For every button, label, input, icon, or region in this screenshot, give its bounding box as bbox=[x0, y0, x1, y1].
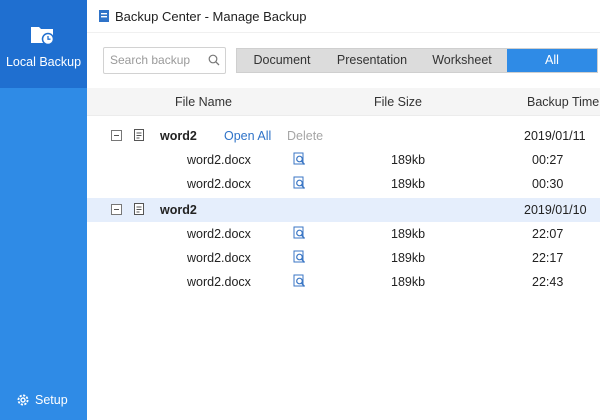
file-size: 189kb bbox=[391, 177, 426, 191]
file-row[interactable]: word2.docx 189kb 00:27 bbox=[87, 148, 600, 172]
file-name: word2.docx bbox=[187, 177, 251, 191]
backup-group-row[interactable]: word2 2019/01/10 bbox=[87, 198, 600, 222]
file-size: 189kb bbox=[391, 153, 426, 167]
backup-time: 22:07 bbox=[532, 227, 564, 241]
sidebar-item-label: Local Backup bbox=[5, 55, 82, 69]
tab-all[interactable]: All bbox=[507, 49, 597, 72]
file-size: 189kb bbox=[391, 275, 426, 289]
preview-icon[interactable] bbox=[293, 274, 306, 288]
collapse-icon[interactable] bbox=[111, 130, 122, 141]
app-icon bbox=[99, 10, 109, 22]
backup-time: 00:27 bbox=[532, 153, 564, 167]
file-name: word2.docx bbox=[187, 227, 251, 241]
file-size: 189kb bbox=[391, 227, 426, 241]
preview-icon[interactable] bbox=[293, 250, 306, 264]
file-row[interactable]: word2.docx 189kb 22:43 bbox=[87, 270, 600, 294]
column-header-file-size: File Size bbox=[374, 95, 422, 109]
window-title: Backup Center - Manage Backup bbox=[115, 9, 307, 24]
tab-worksheet[interactable]: Worksheet bbox=[417, 49, 507, 72]
preview-icon[interactable] bbox=[293, 152, 306, 166]
file-size: 189kb bbox=[391, 251, 426, 265]
preview-icon[interactable] bbox=[293, 226, 306, 240]
group-name: word2 bbox=[160, 129, 197, 143]
backup-time: 22:43 bbox=[532, 275, 564, 289]
file-row[interactable]: word2.docx 189kb 00:30 bbox=[87, 172, 600, 196]
file-row[interactable]: word2.docx 189kb 22:07 bbox=[87, 222, 600, 246]
search-input[interactable] bbox=[110, 52, 205, 68]
backup-time: 00:30 bbox=[532, 177, 564, 191]
delete-link[interactable]: Delete bbox=[287, 129, 323, 143]
group-date: 2019/01/10 bbox=[524, 203, 587, 217]
search-icon[interactable] bbox=[208, 54, 220, 66]
sidebar: Local Backup Setup bbox=[0, 0, 87, 420]
filter-tabs: Document Presentation Worksheet All bbox=[236, 48, 598, 73]
group-date: 2019/01/11 bbox=[524, 129, 586, 143]
table-header: File Name File Size Backup Time bbox=[87, 88, 600, 116]
document-icon bbox=[134, 203, 144, 215]
setup-button[interactable]: Setup bbox=[0, 390, 87, 412]
tab-presentation[interactable]: Presentation bbox=[327, 49, 417, 72]
setup-label: Setup bbox=[35, 393, 68, 407]
file-name: word2.docx bbox=[187, 153, 251, 167]
group-name: word2 bbox=[160, 203, 197, 217]
search-box[interactable] bbox=[103, 47, 226, 74]
collapse-icon[interactable] bbox=[111, 204, 122, 215]
column-header-backup-time: Backup Time bbox=[527, 95, 600, 109]
title-bar: Backup Center - Manage Backup bbox=[87, 0, 600, 33]
sidebar-item-local-backup[interactable]: Local Backup bbox=[0, 0, 87, 88]
file-name: word2.docx bbox=[187, 251, 251, 265]
backup-group-row[interactable]: word2 Open All Delete 2019/01/11 bbox=[87, 124, 600, 148]
document-icon bbox=[134, 129, 144, 141]
file-row[interactable]: word2.docx 189kb 22:17 bbox=[87, 246, 600, 270]
preview-icon[interactable] bbox=[293, 176, 306, 190]
column-header-file-name: File Name bbox=[175, 95, 232, 109]
folder-clock-icon bbox=[31, 27, 55, 46]
gear-icon bbox=[17, 394, 29, 406]
open-all-link[interactable]: Open All bbox=[224, 129, 271, 143]
tab-document[interactable]: Document bbox=[237, 49, 327, 72]
file-name: word2.docx bbox=[187, 275, 251, 289]
backup-time: 22:17 bbox=[532, 251, 564, 265]
